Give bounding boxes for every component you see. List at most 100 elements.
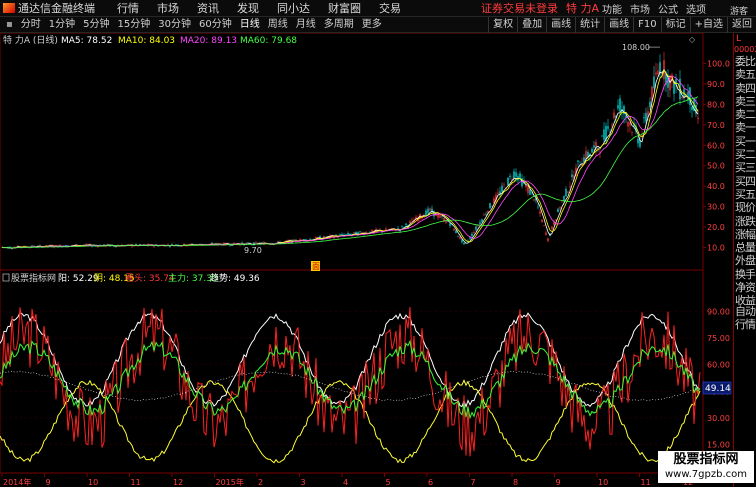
candle-body [601,135,603,137]
tool-overlay[interactable]: 叠加 [517,17,546,33]
candle-body [649,101,651,107]
period-weekly[interactable]: 周线 [264,17,292,33]
auto-mode-label[interactable]: 自动 [734,305,756,318]
period-60min[interactable]: 60分钟 [195,17,236,33]
quote-field-17: 净资 [735,281,756,295]
menu-item-trade[interactable]: 交易 [370,0,410,17]
tool-adjust[interactable]: 复权 [488,17,517,33]
price-tick-label: 30.0 [707,203,725,212]
candle-body [501,185,503,192]
ma60-label: MA60: 79.68 [240,36,297,46]
menu-item-market[interactable]: 市场 [148,0,188,17]
indicator-tick-label: 15.00 [707,440,730,449]
candle-body [411,219,413,221]
candle-body [527,186,529,194]
tool-draw[interactable]: 画线 [546,17,575,33]
menu-formula[interactable]: 公式 [654,1,682,16]
ma5-label: MA5: 78.52 [61,36,112,46]
candle-body [627,121,629,127]
candle-body [247,242,249,244]
period-monthly[interactable]: 月线 [292,17,320,33]
menu-item-tongxiaoda[interactable]: 同小达 [268,0,319,17]
x-tick-label: 10 [88,478,98,487]
candle-body [623,105,625,115]
indicator-yang-value: 阳: 52.29 [58,273,99,284]
period-multi[interactable]: 多周期 [320,17,358,33]
candle-body [473,232,475,234]
candle-body [541,219,543,223]
candle-body [625,115,627,118]
candle-body [653,76,655,88]
menu-item-quotes[interactable]: 行情 [108,0,148,17]
tool-stats[interactable]: 统计 [575,17,604,33]
candle-body [395,230,397,232]
candle-body [481,219,483,222]
x-tick-label: 4 [343,478,348,487]
chart-settings-icon[interactable]: ◇ [689,35,696,44]
candle-body [617,105,619,109]
x-tick-label: 5 [386,478,391,487]
quote-field-5: 卖一 [735,121,756,135]
candle-body [479,222,481,225]
period-more[interactable]: 更多 [358,17,386,33]
x-tick-label: 11 [131,478,141,487]
menu-square-icon[interactable]: ▪ [0,17,17,33]
quote-field-2: 卖四 [735,81,756,95]
right-quote-panel: L 000025 委比卖五卖四卖三卖二卖一买一买二买三买四买五现价涨跌涨幅总量外… [733,33,756,487]
watermark-url: www.7gpzb.com [665,469,747,480]
candle-body [565,188,567,197]
candle-body [127,244,129,245]
candle-body [277,241,279,242]
candle-body [439,214,441,218]
candle-body [339,234,341,236]
site-watermark: 股票指标网 www.7gpzb.com [658,451,754,483]
candle-body [593,145,595,148]
menu-item-wealth-circle[interactable]: 财富圈 [319,0,370,17]
top-menu-bar: 通达信金融终端 行情 市场 资讯 发现 同小达 财富圈 交易 证券交易未登录 特… [0,0,756,17]
price-tick-label: 10.0 [707,244,725,253]
menu-market[interactable]: 市场 [626,1,654,16]
quote-field-9: 买四 [735,174,756,188]
menu-item-news[interactable]: 资讯 [188,0,228,17]
quote-field-0: 委比 [735,55,756,68]
period-15min[interactable]: 15分钟 [114,17,155,33]
menu-function[interactable]: 功能 [598,1,626,16]
tool-back[interactable]: 返回 [727,17,756,33]
menu-options[interactable]: 选项 [682,1,710,16]
candle-body [409,221,411,224]
current-value-text: 49.14 [705,384,731,394]
candle-body [543,225,545,226]
period-minute-line[interactable]: 分时 [17,17,45,33]
period-daily[interactable]: 日线 [236,17,264,33]
x-tick-label: 6 [428,478,433,487]
candle-body [359,231,361,233]
period-30min[interactable]: 30分钟 [154,17,195,33]
candle-body [425,210,427,217]
x-tick-label: 10 [598,478,608,487]
candle-body [539,211,541,214]
candle-body [453,228,455,231]
period-1min[interactable]: 1分钟 [45,17,79,33]
candle-body [441,216,443,217]
candle-body [459,236,461,239]
candle-body [515,172,517,177]
quote-field-14: 总量 [735,241,756,255]
quote-field-6: 买一 [735,134,756,148]
price-tick-label: 80.0 [707,100,725,109]
tool-draw-line[interactable]: 画线 [604,17,633,33]
price-tick-label: 90.0 [707,80,725,89]
candle-body [429,208,431,211]
period-5min[interactable]: 5分钟 [79,17,113,33]
quote-field-list: 委比 卖五 卖四 卖三 卖二 卖一 买一 买二 买三 买四 买五 现价 涨跌 涨幅 总量 外盘 换手 净资 收益 [734,55,756,308]
tool-add-watchlist[interactable]: +自选 [689,17,727,33]
quotes-mode-label[interactable]: 行情 [734,318,756,331]
candle-body [559,207,561,209]
tool-mark[interactable]: 标记 [660,17,690,33]
menu-item-discover[interactable]: 发现 [228,0,268,17]
candle-body [643,117,645,119]
x-tick-label: 12 [173,478,183,487]
guest-label[interactable]: 游客 [726,4,752,17]
trade-login-status[interactable]: 证券交易未登录 [472,0,562,17]
tool-f10[interactable]: F10 [633,17,660,33]
chart-area[interactable]: 特 力A (日线) MA5: 78.52 MA10: 84.03 MA20: 8… [0,33,733,487]
